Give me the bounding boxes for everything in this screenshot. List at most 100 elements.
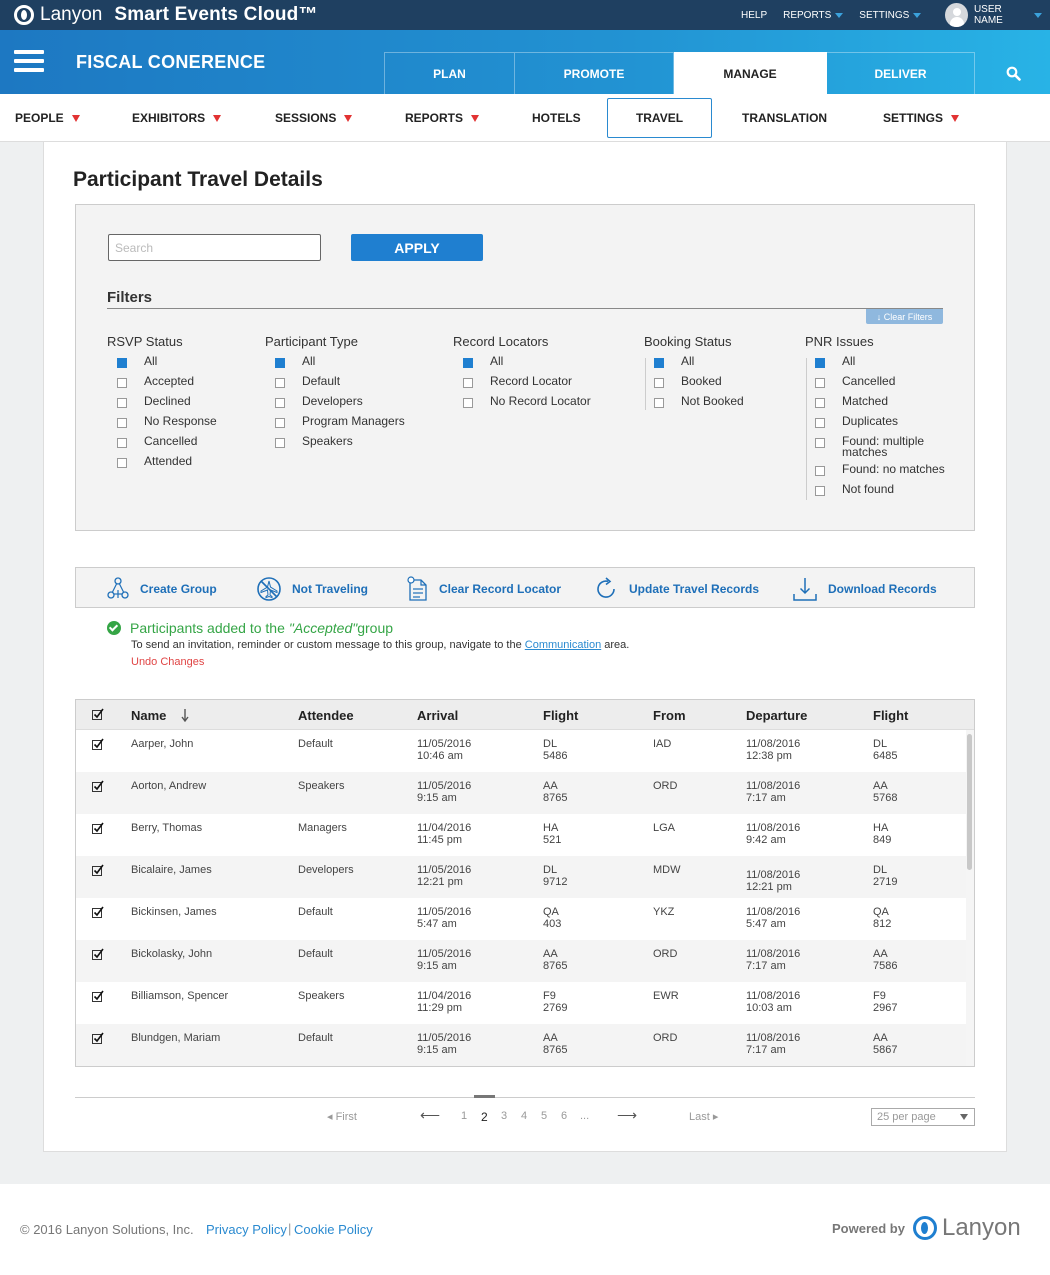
filter-option[interactable]: Found: no matches (805, 463, 955, 478)
checkbox[interactable] (275, 378, 285, 388)
tab-promote[interactable]: PROMOTE (515, 52, 674, 94)
filter-option[interactable]: Program Managers (265, 415, 405, 430)
nav-travel[interactable]: TRAVEL (607, 98, 712, 138)
row-checkbox[interactable] (92, 948, 104, 960)
column-header-departure[interactable]: Departure (746, 700, 807, 730)
nav-translation[interactable]: TRANSLATION (742, 94, 827, 142)
create-group-button[interactable]: Create Group (106, 568, 217, 609)
filter-option[interactable]: Found: multiple matches (805, 435, 955, 458)
checkbox[interactable] (654, 398, 664, 408)
nav-sessions[interactable]: SESSIONS (275, 94, 353, 142)
column-header-attendee[interactable]: Attendee (298, 700, 354, 730)
select-all-checkbox[interactable] (92, 708, 104, 720)
checkbox[interactable] (815, 378, 825, 388)
filter-option[interactable]: Not found (805, 483, 955, 498)
nav-settings[interactable]: SETTINGS (883, 94, 960, 142)
checkbox[interactable] (815, 358, 825, 368)
filter-option[interactable]: Declined (107, 395, 217, 410)
privacy-policy-link[interactable]: Privacy Policy (206, 1222, 287, 1237)
filter-option[interactable]: Booked (644, 375, 744, 390)
brand[interactable]: Lanyon Smart Events Cloud™ (14, 4, 318, 26)
checkbox[interactable] (463, 358, 473, 368)
checkbox[interactable] (463, 378, 473, 388)
table-row[interactable]: Aarper, John Default 11/05/2016 10:46 am … (76, 730, 966, 772)
page-link[interactable]: 3 (501, 1110, 507, 1122)
clear-filters-button[interactable]: ↓ Clear Filters (866, 309, 943, 324)
user-menu[interactable]: USER NAME (945, 3, 1042, 27)
table-row[interactable]: Billiamson, Spencer Speakers 11/04/2016 1… (76, 982, 966, 1024)
table-row[interactable]: Blundgen, Mariam Default 11/05/2016 9:15 … (76, 1024, 966, 1066)
row-checkbox[interactable] (92, 738, 104, 750)
column-header-name[interactable]: Name (131, 700, 190, 730)
row-checkbox[interactable] (92, 1032, 104, 1044)
nav-exhibitors[interactable]: EXHIBITORS (132, 94, 222, 142)
checkbox[interactable] (117, 418, 127, 428)
checkbox[interactable] (815, 398, 825, 408)
undo-changes-link[interactable]: Undo Changes (131, 656, 204, 668)
column-header-flight[interactable]: Flight (543, 700, 578, 730)
row-checkbox[interactable] (92, 864, 104, 876)
checkbox[interactable] (275, 438, 285, 448)
checkbox[interactable] (275, 358, 285, 368)
checkbox[interactable] (654, 378, 664, 388)
page-link[interactable]: 1 (461, 1110, 467, 1122)
column-header-arrival[interactable]: Arrival (417, 700, 458, 730)
checkbox[interactable] (117, 438, 127, 448)
filter-option[interactable]: Accepted (107, 375, 217, 390)
page-link-current[interactable]: 2 (481, 1110, 488, 1124)
filter-option[interactable]: Duplicates (805, 415, 955, 430)
table-row[interactable]: Berry, Thomas Managers 11/04/2016 11:45 p… (76, 814, 966, 856)
row-checkbox[interactable] (92, 990, 104, 1002)
tab-plan[interactable]: PLAN (384, 52, 515, 94)
page-link[interactable]: 4 (521, 1110, 527, 1122)
column-header-return-flight[interactable]: Flight (873, 700, 908, 730)
page-link[interactable]: 5 (541, 1110, 547, 1122)
checkbox[interactable] (275, 398, 285, 408)
checkbox[interactable] (117, 378, 127, 388)
row-checkbox[interactable] (92, 822, 104, 834)
filter-option[interactable]: No Record Locator (453, 395, 591, 410)
checkbox[interactable] (815, 486, 825, 496)
checkbox[interactable] (117, 358, 127, 368)
filter-option[interactable]: All (107, 355, 217, 370)
update-travel-records-button[interactable]: Update Travel Records (593, 568, 759, 609)
filter-option[interactable]: No Response (107, 415, 217, 430)
nav-people[interactable]: PEOPLE (15, 94, 80, 142)
filter-option[interactable]: Record Locator (453, 375, 591, 390)
filter-option[interactable]: Matched (805, 395, 955, 410)
page-link[interactable]: 6 (561, 1110, 567, 1122)
apply-button[interactable]: APPLY (351, 234, 483, 261)
filter-option[interactable]: Cancelled (107, 435, 217, 450)
next-arrow-icon[interactable]: ⟶ (617, 1107, 637, 1124)
not-traveling-button[interactable]: Not Traveling (256, 568, 368, 609)
checkbox[interactable] (815, 466, 825, 476)
column-header-from[interactable]: From (653, 700, 686, 730)
first-page-link[interactable]: ◂ First (327, 1110, 357, 1123)
nav-reports[interactable]: REPORTS (405, 94, 480, 142)
hamburger-icon[interactable] (14, 50, 44, 72)
filter-option[interactable]: All (453, 355, 591, 370)
filter-option[interactable]: Not Booked (644, 395, 744, 410)
communication-link[interactable]: Communication (525, 639, 601, 651)
row-checkbox[interactable] (92, 780, 104, 792)
table-row[interactable]: Aorton, Andrew Speakers 11/05/2016 9:15 a… (76, 772, 966, 814)
checkbox[interactable] (815, 418, 825, 428)
settings-menu[interactable]: SETTINGS (859, 10, 922, 21)
filter-option[interactable]: All (265, 355, 405, 370)
prev-arrow-icon[interactable]: ⟵ (420, 1107, 440, 1124)
scrollbar-thumb[interactable] (967, 734, 972, 870)
reports-menu[interactable]: REPORTS (783, 10, 844, 21)
last-page-link[interactable]: Last ▸ (689, 1110, 718, 1123)
nav-hotels[interactable]: HOTELS (532, 94, 581, 142)
table-row[interactable]: Bicalaire, James Developers 11/05/2016 12… (76, 856, 966, 898)
checkbox[interactable] (654, 358, 664, 368)
checkbox[interactable] (815, 438, 825, 448)
filter-option[interactable]: Attended (107, 455, 217, 470)
help-link[interactable]: HELP (741, 10, 767, 21)
search-button[interactable] (976, 52, 1050, 94)
table-row[interactable]: Bickinsen, James Default 11/05/2016 5:47 … (76, 898, 966, 940)
table-scrollbar[interactable] (966, 730, 974, 1066)
tab-manage[interactable]: MANAGE (674, 52, 827, 94)
checkbox[interactable] (463, 398, 473, 408)
download-records-button[interactable]: Download Records (792, 568, 937, 609)
